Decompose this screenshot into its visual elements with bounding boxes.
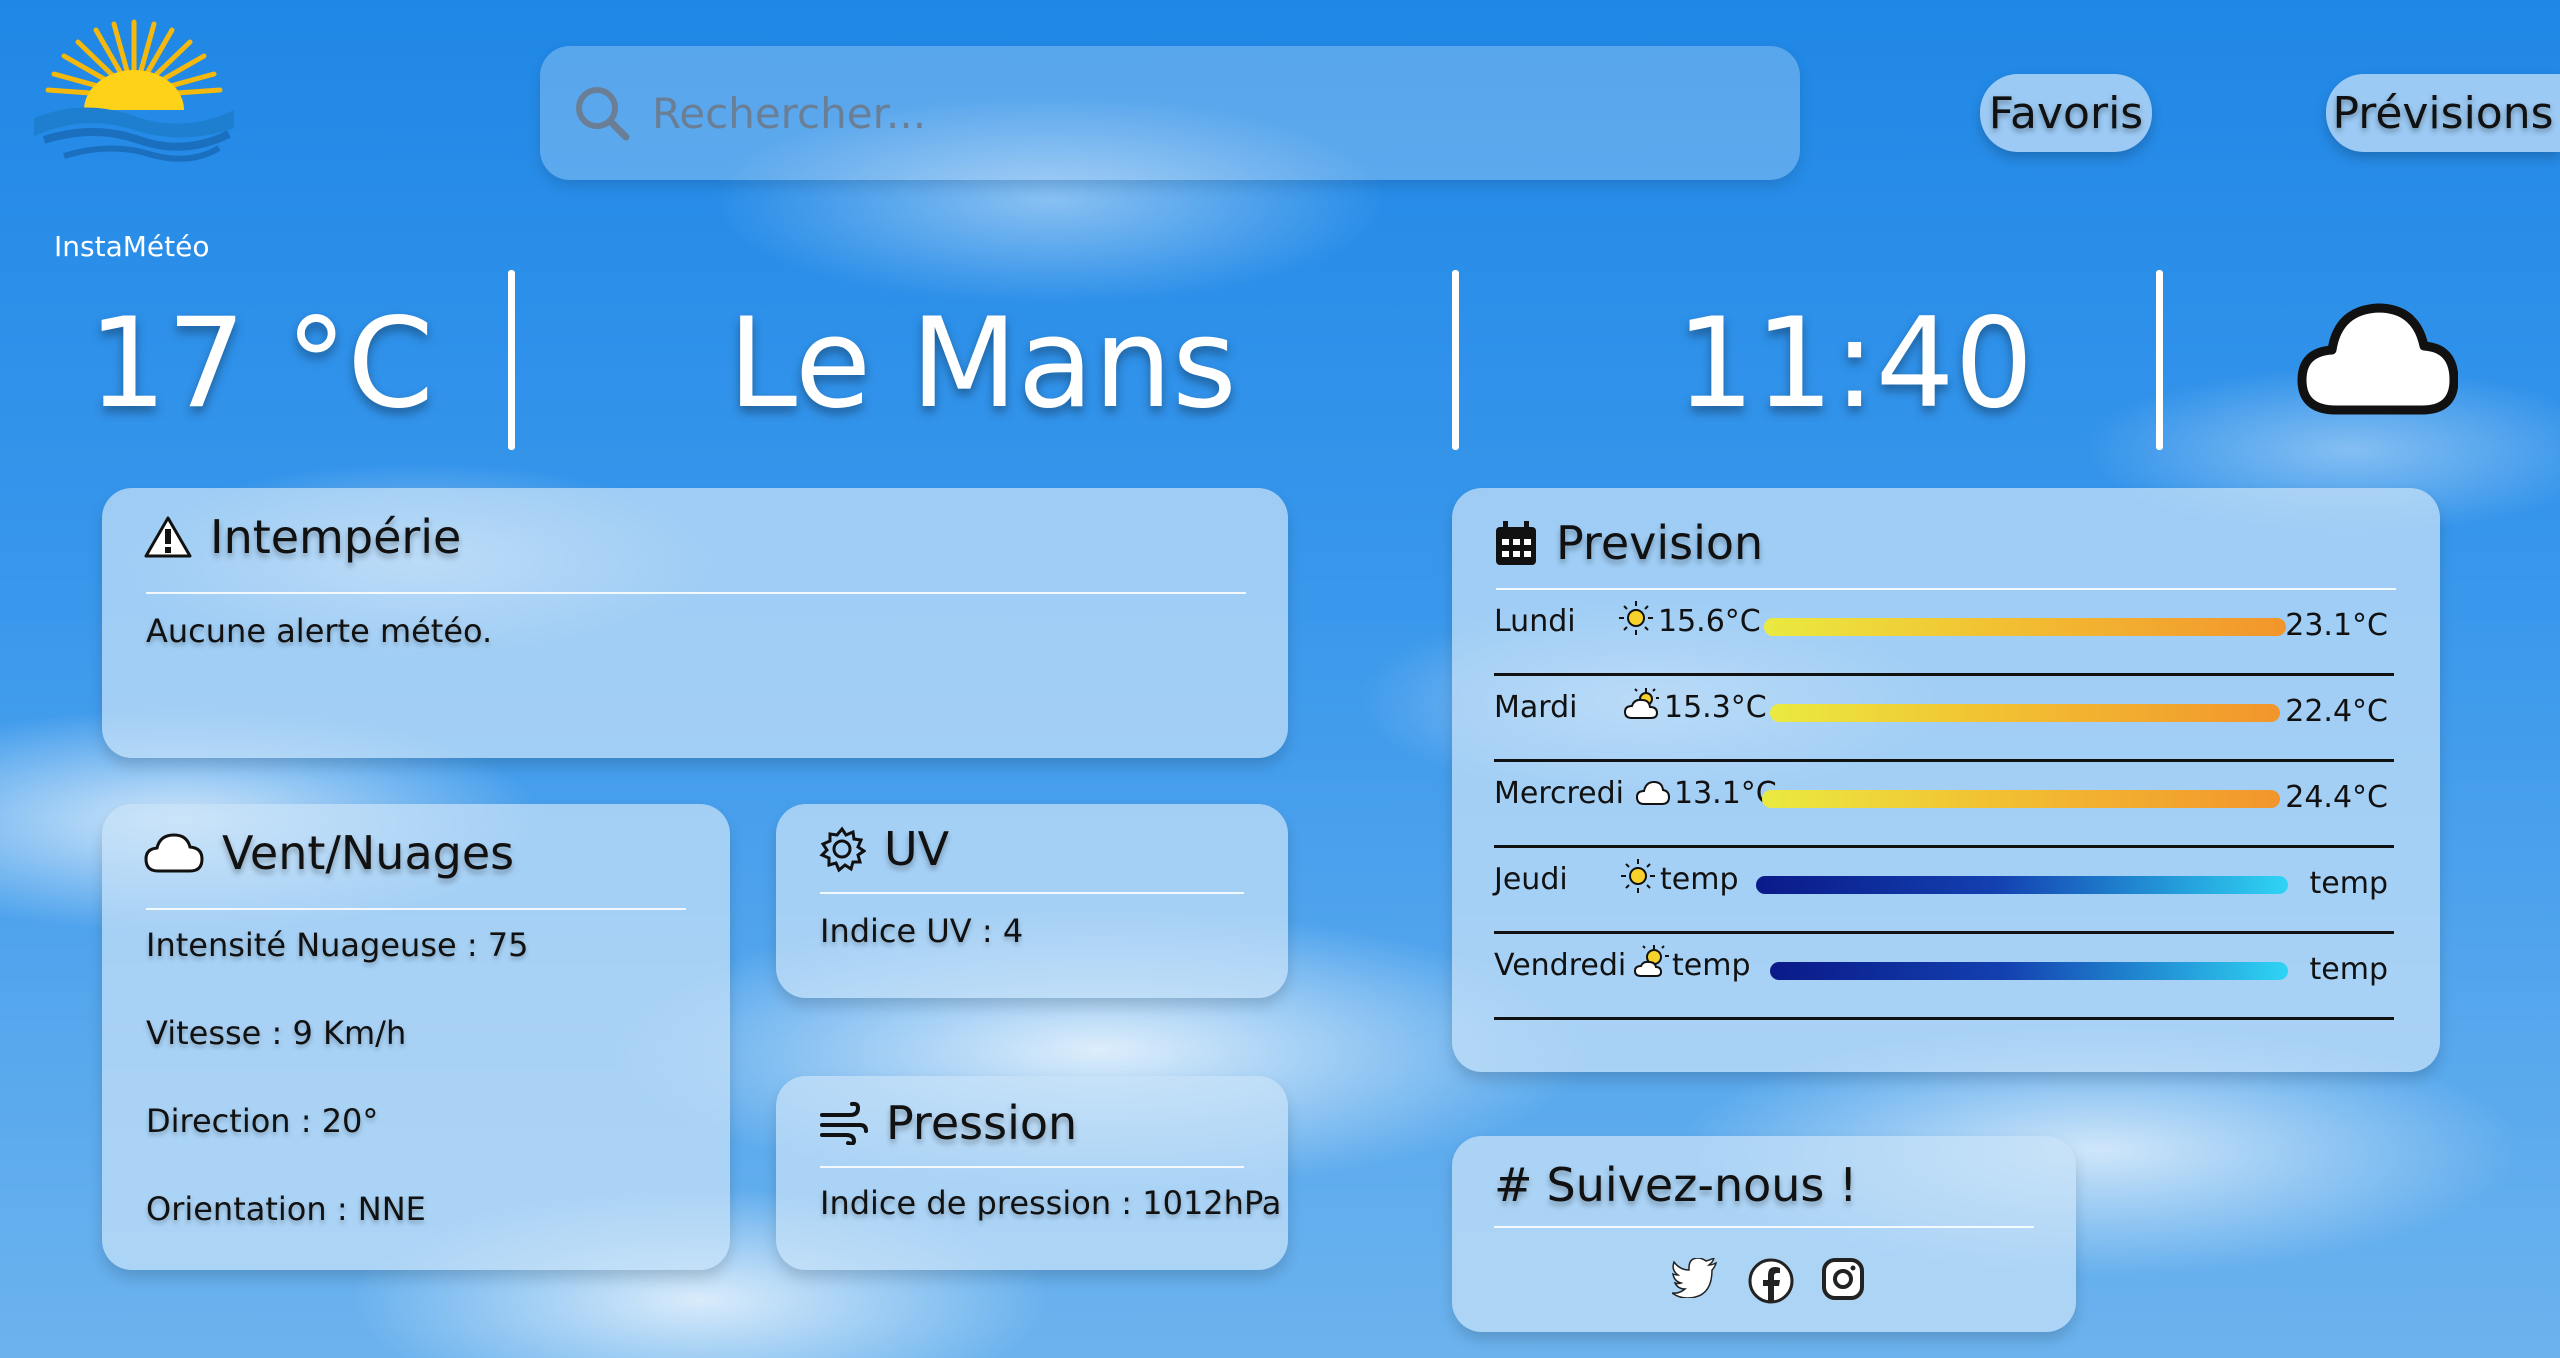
cloud-icon (2297, 303, 2459, 415)
vent-nuages-card: Vent/Nuages Intensité Nuageuse : 75 Vite… (102, 804, 730, 1270)
app-name: InstaMétéo (54, 230, 210, 263)
instagram-icon[interactable] (1822, 1258, 1864, 1304)
forecast-min-temp: 15.6°C (1658, 604, 1761, 639)
forecast-day: Vendredi (1494, 948, 1627, 983)
header-divider (1452, 270, 1459, 450)
forecast-max-temp: temp (2309, 952, 2389, 987)
calendar-icon (1496, 521, 1536, 565)
temperature-range-bar (1770, 704, 2280, 722)
header-divider (2156, 270, 2163, 450)
uv-index: Indice UV : 4 (820, 912, 1024, 950)
forecast-max-temp: 24.4°C (2285, 780, 2388, 815)
card-divider (820, 892, 1244, 894)
cloud-intensity: Intensité Nuageuse : 75 (146, 926, 529, 964)
current-weather-icon (2296, 300, 2459, 422)
forecast-min-temp: 15.3°C (1664, 690, 1767, 725)
twitter-icon[interactable] (1671, 1256, 1718, 1302)
card-divider (1494, 1226, 2034, 1228)
wind-icon (820, 1101, 868, 1145)
cloud-icon (1635, 780, 1671, 810)
forecast-row[interactable]: Jeudi temp temp (1494, 848, 2394, 934)
forecast-min-temp: temp (1660, 862, 1739, 897)
warning-icon (144, 516, 192, 558)
sun-wave-logo-icon (34, 19, 234, 162)
forecast-max-temp: 22.4°C (2285, 694, 2388, 729)
forecast-day: Lundi (1494, 604, 1576, 639)
partly-sunny-icon (1633, 944, 1670, 982)
gear-icon (819, 826, 866, 873)
card-divider (146, 592, 1246, 594)
alert-message: Aucune alerte météo. (146, 612, 493, 650)
partly-cloudy-icon (1623, 686, 1660, 724)
prevision-title: Prevision (1556, 516, 1764, 570)
wind-direction: Direction : 20° (146, 1102, 379, 1140)
wind-speed: Vitesse : 9 Km/h (146, 1014, 407, 1052)
wind-orientation: Orientation : NNE (146, 1190, 426, 1228)
header-divider (508, 270, 515, 450)
sun-icon (1618, 600, 1654, 640)
forecast-min-temp: 13.1°C (1674, 776, 1777, 811)
social-title: Suivez-nous ! (1546, 1158, 1858, 1212)
temperature-range-bar (1756, 876, 2288, 894)
forecast-row[interactable]: Lundi 15.6°C 23.1°C (1494, 590, 2394, 676)
forecast-row[interactable]: Vendredi temp temp (1494, 934, 2394, 1020)
cloud-icon (144, 833, 204, 873)
intemperie-title: Intempérie (210, 510, 462, 564)
forecast-min-temp: temp (1672, 948, 1751, 983)
forecast-max-temp: 23.1°C (2285, 608, 2388, 643)
uv-card: UV Indice UV : 4 (776, 804, 1288, 998)
previsions-button[interactable]: Prévisions (2326, 74, 2560, 152)
search-bar[interactable] (540, 46, 1800, 180)
current-time: 11:40 (1676, 292, 2034, 436)
pressure-index: Indice de pression : 1012hPa (820, 1184, 1282, 1222)
row-divider (1494, 1017, 2394, 1020)
intemperie-card: Intempérie Aucune alerte météo. (102, 488, 1288, 758)
forecast-day: Mardi (1494, 690, 1578, 725)
forecast-row[interactable]: Mercredi 13.1°C 24.4°C (1494, 762, 2394, 848)
forecast-day: Mercredi (1494, 776, 1625, 811)
forecast-row[interactable]: Mardi 15.3°C 22.4°C (1494, 676, 2394, 762)
temperature-range-bar (1764, 618, 2286, 636)
search-input[interactable] (650, 87, 1754, 139)
search-icon (576, 87, 630, 141)
facebook-icon[interactable] (1748, 1258, 1794, 1308)
current-city: Le Mans (728, 292, 1237, 436)
forecast-max-temp: temp (2309, 866, 2389, 901)
app-logo[interactable] (24, 18, 244, 163)
forecast-day: Jeudi (1494, 862, 1568, 897)
current-temperature: 17 °C (88, 292, 434, 436)
vent-nuages-title: Vent/Nuages (222, 826, 515, 880)
pression-card: Pression Indice de pression : 1012hPa (776, 1076, 1288, 1270)
sun-icon (1620, 858, 1656, 898)
favoris-button[interactable]: Favoris (1980, 74, 2152, 152)
card-divider (146, 908, 686, 910)
temperature-range-bar (1762, 790, 2280, 808)
card-divider (820, 1166, 1244, 1168)
hashtag-icon: # (1494, 1158, 1533, 1212)
temperature-range-bar (1770, 962, 2288, 980)
pression-title: Pression (886, 1096, 1078, 1150)
uv-title: UV (884, 822, 950, 876)
